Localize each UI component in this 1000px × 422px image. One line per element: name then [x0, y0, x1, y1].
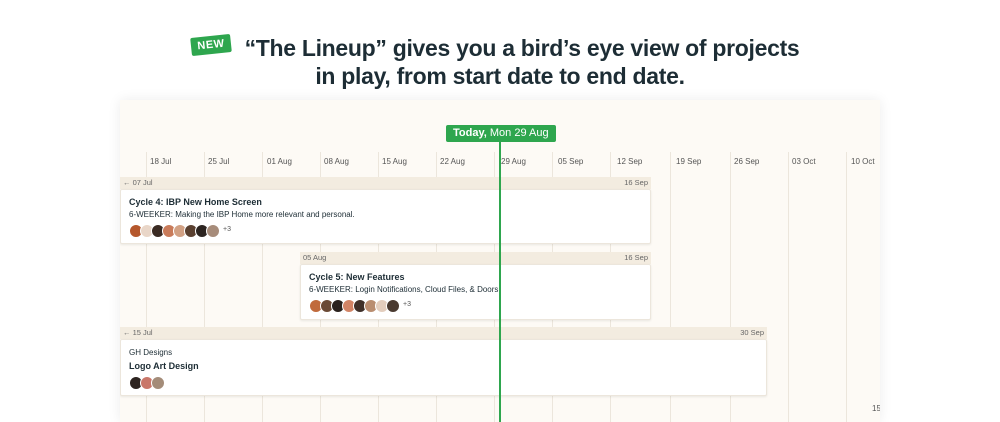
avatar-group: +3 — [309, 299, 411, 313]
headline: “The Lineup” gives you a bird’s eye view… — [0, 34, 1000, 90]
project-card[interactable]: GH Designs Logo Art Design — [120, 339, 767, 396]
project-card[interactable]: Cycle 4: IBP New Home Screen 6-WEEKER: M… — [120, 189, 651, 244]
date-label: 03 Oct — [792, 157, 816, 166]
range-start: ← 15 Jul — [123, 328, 153, 337]
range-start: ← 07 Jul — [123, 178, 153, 187]
range-start: 05 Aug — [303, 253, 327, 262]
today-marker[interactable]: Today, Mon 29 Aug — [446, 125, 556, 142]
card-group: GH Designs — [129, 348, 173, 357]
date-label: 22 Aug — [440, 157, 465, 166]
range-bar: 05 Aug 16 Sep — [300, 252, 651, 264]
range-bar: ← 15 Jul 30 Sep — [120, 327, 767, 339]
date-label: 01 Aug — [267, 157, 292, 166]
date-label: 15 Aug — [382, 157, 407, 166]
date-label: 19 Sep — [676, 157, 702, 166]
card-title: Cycle 5: New Features — [309, 272, 405, 282]
date-label: 10 Oct — [851, 157, 875, 166]
today-label: Today, — [453, 127, 487, 139]
more-avatars-count[interactable]: +3 — [403, 301, 411, 308]
date-label: 25 Jul — [208, 157, 230, 166]
range-bar: ← 07 Jul 16 Sep — [120, 177, 651, 189]
date-label: 18 Jul — [150, 157, 172, 166]
card-title: Logo Art Design — [129, 361, 199, 371]
range-end: 30 Sep — [740, 328, 764, 337]
headline-line-2: in play, from start date to end date. — [315, 63, 685, 89]
date-label: 29 Aug — [501, 157, 526, 166]
card-title: Cycle 4: IBP New Home Screen — [129, 197, 262, 207]
gridline — [788, 152, 789, 422]
card-description: 6-WEEKER: Making the IBP Home more relev… — [129, 210, 355, 219]
card-description: 6-WEEKER: Login Notifications, Cloud Fil… — [309, 285, 501, 294]
avatar-group: +3 — [129, 224, 231, 238]
today-date: Mon 29 Aug — [489, 127, 549, 139]
edge-date-label: 15 — [872, 404, 880, 413]
avatar — [151, 376, 165, 390]
today-marker-line — [499, 138, 501, 422]
lineup-timeline[interactable]: 18 Jul 25 Jul 01 Aug 08 Aug 15 Aug 22 Au… — [120, 100, 880, 422]
avatar-group — [129, 376, 165, 390]
gridline — [846, 152, 847, 422]
avatar — [386, 299, 400, 313]
date-label: 08 Aug — [324, 157, 349, 166]
headline-line-1: “The Lineup” gives you a bird’s eye view… — [244, 35, 800, 61]
date-label: 26 Sep — [734, 157, 760, 166]
range-end: 16 Sep — [624, 253, 648, 262]
date-label: 12 Sep — [617, 157, 643, 166]
date-label: 05 Sep — [558, 157, 584, 166]
project-card[interactable]: Cycle 5: New Features 6-WEEKER: Login No… — [300, 264, 651, 320]
avatar — [206, 224, 220, 238]
range-end: 16 Sep — [624, 178, 648, 187]
more-avatars-count[interactable]: +3 — [223, 226, 231, 233]
